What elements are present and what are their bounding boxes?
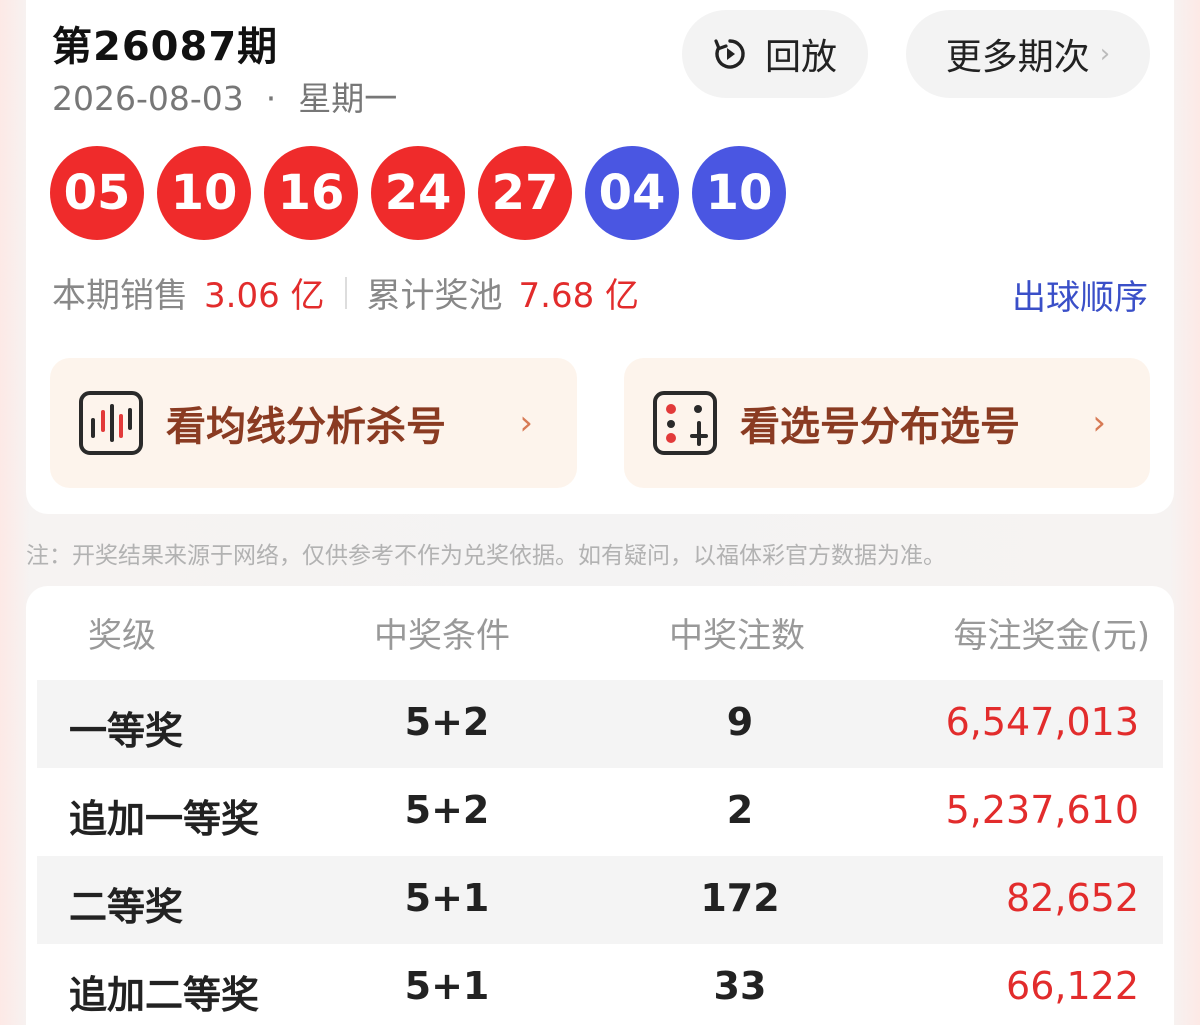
more-issues-button[interactable]: 更多期次 › xyxy=(906,10,1150,98)
winner-count: 2 xyxy=(726,788,754,832)
table-row: 追加二等奖 5+1 33 66,122 xyxy=(37,944,1163,1025)
chevron-right-icon: › xyxy=(1099,39,1111,69)
win-condition: 5+1 xyxy=(404,876,490,920)
replay-icon xyxy=(714,39,745,69)
prize-amount: 5,237,610 xyxy=(945,788,1139,832)
table-row: 追加一等奖 5+2 2 5,237,610 xyxy=(37,768,1163,856)
header-level: 奖级 xyxy=(88,616,156,656)
winning-numbers: 05 10 16 24 27 04 10 xyxy=(50,146,786,240)
win-condition: 5+1 xyxy=(404,964,490,1008)
back-ball: 10 xyxy=(692,146,786,240)
winner-count: 172 xyxy=(700,876,780,920)
front-ball: 05 xyxy=(50,146,144,240)
chevron-right-icon: › xyxy=(1092,403,1106,443)
winner-count: 33 xyxy=(713,964,767,1008)
win-condition: 5+2 xyxy=(404,788,490,832)
banner-label: 看选号分布选号 xyxy=(740,404,1020,450)
pool-label: 累计奖池 xyxy=(366,276,503,316)
disclaimer-note: 注：开奖结果来源于网络，仅供参考不作为兑奖依据。如有疑问，以福体彩官方数据为准。 xyxy=(26,543,946,569)
issue-date: 2026-08-03 xyxy=(52,79,244,118)
prize-level: 二等奖 xyxy=(69,885,184,929)
replay-button[interactable]: 回放 xyxy=(682,10,868,98)
front-ball: 24 xyxy=(371,146,465,240)
prize-amount: 6,547,013 xyxy=(945,700,1139,744)
header-condition: 中奖条件 xyxy=(374,616,510,656)
front-ball: 16 xyxy=(264,146,358,240)
dice-distribution-icon xyxy=(653,391,717,455)
prize-amount: 82,652 xyxy=(1006,876,1139,920)
header-prize: 每注奖金(元) xyxy=(953,616,1150,656)
back-ball: 04 xyxy=(585,146,679,240)
sales-stats: 本期销售 3.06 亿 累计奖池 7.68 亿 xyxy=(52,268,639,317)
more-issues-label: 更多期次 xyxy=(945,37,1090,78)
prize-level: 一等奖 xyxy=(69,709,184,753)
prize-table-header: 奖级 中奖条件 中奖注数 每注奖金(元) xyxy=(26,608,1174,660)
issue-date-line: 2026-08-03 · 星期一 xyxy=(52,72,397,120)
replay-label: 回放 xyxy=(764,37,837,78)
win-condition: 5+2 xyxy=(404,700,490,744)
chevron-right-icon: › xyxy=(519,403,533,443)
table-row: 二等奖 5+1 172 82,652 xyxy=(37,856,1163,944)
prize-level: 追加二等奖 xyxy=(69,973,260,1017)
header-count: 中奖注数 xyxy=(669,616,805,656)
date-separator: · xyxy=(265,79,277,118)
prize-amount: 66,122 xyxy=(1006,964,1139,1008)
issue-title: 第26087期 xyxy=(52,24,279,70)
sales-label: 本期销售 xyxy=(52,276,188,316)
pool-value: 7.68 亿 xyxy=(518,276,640,316)
sales-value: 3.06 亿 xyxy=(204,276,325,316)
stats-divider xyxy=(344,276,347,309)
winner-count: 9 xyxy=(726,700,754,744)
draw-order-link[interactable]: 出球顺序 xyxy=(1012,270,1148,319)
banner-label: 看均线分析杀号 xyxy=(166,404,446,450)
chart-lines-icon xyxy=(79,391,143,455)
prize-level: 追加一等奖 xyxy=(69,797,260,841)
moving-average-analysis-banner[interactable]: 看均线分析杀号 › xyxy=(50,358,577,488)
table-row: 一等奖 5+2 9 6,547,013 xyxy=(37,680,1163,768)
front-ball: 10 xyxy=(157,146,251,240)
issue-weekday: 星期一 xyxy=(298,79,398,118)
number-distribution-banner[interactable]: 看选号分布选号 › xyxy=(624,358,1150,488)
front-ball: 27 xyxy=(478,146,572,240)
